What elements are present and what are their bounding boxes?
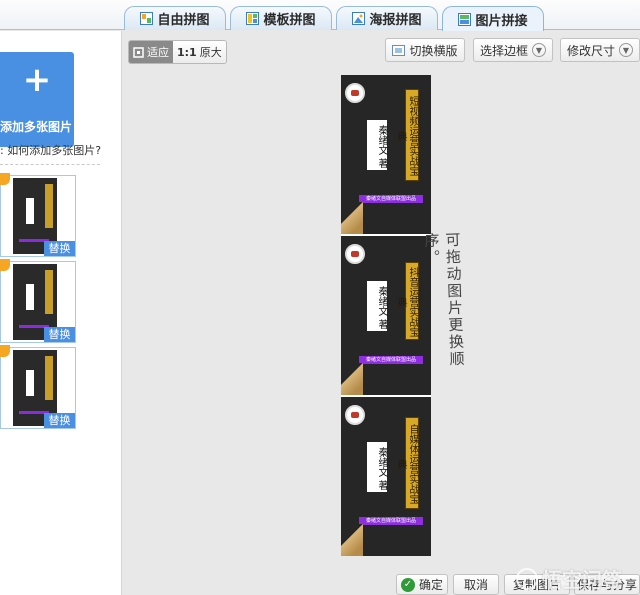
resize-button[interactable]: 修改尺寸 ▼ — [560, 38, 640, 62]
page-curl — [341, 202, 363, 234]
select-border-label: 选择边框 — [479, 43, 528, 58]
image-join-icon — [458, 12, 472, 26]
collage-panel[interactable]: 自媒体运营实战宝典 秦绪文 著 秦绪文自媒体联盟出品 — [341, 397, 431, 556]
freeform-collage-icon — [140, 12, 154, 25]
publisher-logo — [345, 83, 365, 103]
original-size-button[interactable]: 1:1 原大 — [173, 41, 226, 63]
tab-label: 模板拼图 — [263, 13, 316, 28]
cancel-button[interactable]: 取消 — [453, 574, 499, 595]
help-text: : 如何添加多张图片? — [0, 142, 101, 165]
order-badge — [0, 345, 10, 357]
select-border-button[interactable]: 选择边框 ▼ — [473, 38, 553, 62]
tab-label: 自由拼图 — [157, 13, 210, 28]
tab-image-join[interactable]: 图片拼接 — [442, 6, 544, 31]
check-icon: ✓ — [400, 577, 415, 592]
add-images-button[interactable]: + 添加多张图片 — [0, 52, 74, 147]
tab-bar: 自由拼图 模板拼图 海报拼图 图片拼接 — [0, 0, 640, 31]
chevron-down-icon: ▼ — [532, 43, 546, 57]
stitched-image[interactable]: 短视频运营实战宝典 秦绪文 著 秦绪文自媒体联盟出品 抖音运营实战宝典 秦绪文 … — [341, 75, 431, 556]
image-thumbnail[interactable]: 替换 — [0, 345, 76, 429]
replace-button[interactable]: 替换 — [44, 241, 75, 256]
zoom-toggle: 适应 1:1 原大 — [128, 40, 227, 64]
page-curl — [341, 524, 363, 556]
fit-icon — [133, 46, 144, 58]
help-prefix: : — [0, 144, 4, 157]
replace-button[interactable]: 替换 — [44, 413, 75, 428]
image-thumbnail[interactable]: 替换 — [0, 173, 76, 257]
tab-freeform-collage[interactable]: 自由拼图 — [124, 6, 226, 30]
publisher-bar: 秦绪文自媒体联盟出品 — [359, 517, 423, 525]
tab-template-collage[interactable]: 模板拼图 — [230, 6, 332, 30]
collage-panel[interactable]: 抖音运营实战宝典 秦绪文 著 秦绪文自媒体联盟出品 — [341, 236, 431, 395]
switch-horizontal-label: 切换横版 — [409, 43, 458, 58]
fit-button[interactable]: 适应 — [129, 41, 173, 63]
plus-icon: + — [22, 60, 52, 100]
cancel-label: 取消 — [463, 578, 488, 592]
book-author: 秦绪文 著 — [367, 120, 387, 170]
switch-horizontal-button[interactable]: 切换横版 — [385, 38, 465, 62]
publisher-bar: 秦绪文自媒体联盟出品 — [359, 195, 423, 203]
book-title: 抖音运营实战宝典 — [395, 262, 419, 340]
tab-poster-collage[interactable]: 海报拼图 — [336, 6, 438, 30]
tab-label: 海报拼图 — [369, 13, 422, 28]
handwritten-note: 可拖动图片更换顺序。 — [422, 231, 466, 369]
image-thumbnail[interactable]: 替换 — [0, 259, 76, 343]
confirm-label: 确定 — [418, 578, 443, 592]
watermark-logo-icon — [516, 567, 538, 590]
order-badge — [0, 259, 10, 271]
book-title: 自媒体运营实战宝典 — [395, 417, 419, 509]
replace-button[interactable]: 替换 — [44, 327, 75, 342]
publisher-logo — [345, 244, 365, 264]
page-curl — [341, 363, 363, 395]
image-list-sidebar: + 添加多张图片 : 如何添加多张图片? 替换 替换 替换 — [0, 31, 122, 595]
fit-label: 适应 — [147, 46, 169, 59]
book-title: 短视频运营实战宝典 — [395, 89, 419, 181]
watermark: 悟空问答 — [516, 562, 640, 595]
tab-label: 图片拼接 — [475, 13, 528, 29]
template-collage-icon — [246, 12, 260, 25]
book-author: 秦绪文 著 — [367, 442, 387, 492]
resize-label: 修改尺寸 — [566, 43, 615, 58]
original-size-label: 原大 — [199, 46, 222, 59]
order-badge — [0, 173, 10, 185]
book-author: 秦绪文 著 — [367, 281, 387, 331]
publisher-bar: 秦绪文自媒体联盟出品 — [359, 356, 423, 364]
canvas-area: 适应 1:1 原大 切换横版 选择边框 ▼ 修改尺寸 ▼ 短视频运营实战宝典 秦… — [123, 31, 640, 595]
publisher-logo — [345, 405, 365, 425]
confirm-button[interactable]: ✓ 确定 — [396, 574, 448, 595]
help-link[interactable]: 如何添加多张图片? — [7, 144, 101, 157]
watermark-text: 悟空问答 — [542, 568, 622, 592]
ratio-icon: 1:1 — [177, 45, 197, 59]
add-images-label: 添加多张图片 — [0, 120, 73, 134]
chevron-down-icon: ▼ — [619, 43, 633, 57]
poster-collage-icon — [352, 12, 366, 25]
switch-orientation-icon — [392, 44, 406, 56]
collage-panel[interactable]: 短视频运营实战宝典 秦绪文 著 秦绪文自媒体联盟出品 — [341, 75, 431, 234]
